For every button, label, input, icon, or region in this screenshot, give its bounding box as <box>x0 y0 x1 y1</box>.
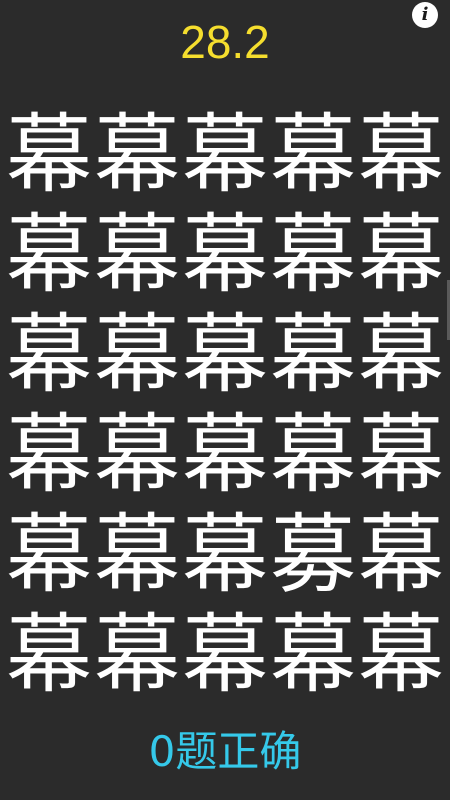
grid-cell[interactable]: 幕 <box>269 405 357 505</box>
grid-cell[interactable]: 幕 <box>357 605 445 705</box>
info-icon[interactable]: i <box>412 2 438 28</box>
grid-cell[interactable]: 幕 <box>269 605 357 705</box>
grid-cell[interactable]: 幕 <box>357 505 445 605</box>
grid-cell[interactable]: 幕 <box>269 205 357 305</box>
grid-cell[interactable]: 幕 <box>5 105 93 205</box>
character-grid: 幕 幕 幕 幕 幕 幕 幕 幕 幕 幕 幕 幕 幕 幕 幕 幕 幕 幕 幕 幕 … <box>5 105 445 705</box>
grid-cell[interactable]: 幕 <box>181 305 269 405</box>
grid-cell[interactable]: 幕 <box>93 505 181 605</box>
grid-cell[interactable]: 幕 <box>357 405 445 505</box>
grid-cell[interactable]: 幕 <box>181 505 269 605</box>
grid-cell[interactable]: 幕 <box>5 305 93 405</box>
grid-cell[interactable]: 幕 <box>5 605 93 705</box>
grid-cell[interactable]: 幕 <box>93 405 181 505</box>
grid-cell[interactable]: 幕 <box>181 405 269 505</box>
grid-cell[interactable]: 幕 <box>357 105 445 205</box>
countdown-timer: 28.2 <box>180 16 270 68</box>
grid-cell[interactable]: 幕 <box>93 605 181 705</box>
grid-cell[interactable]: 幕 <box>5 505 93 605</box>
grid-cell[interactable]: 幕 <box>269 305 357 405</box>
grid-cell[interactable]: 幕 <box>93 105 181 205</box>
grid-cell[interactable]: 幕 <box>93 205 181 305</box>
score-counter: 0题正确 <box>148 727 302 776</box>
grid-cell[interactable]: 幕 <box>181 105 269 205</box>
grid-cell[interactable]: 幕 <box>5 205 93 305</box>
grid-cell[interactable]: 幕 <box>269 105 357 205</box>
grid-cell[interactable]: 幕 <box>5 405 93 505</box>
grid-cell[interactable]: 幕 <box>181 605 269 705</box>
grid-cell[interactable]: 幕 <box>357 205 445 305</box>
grid-cell[interactable]: 幕 <box>93 305 181 405</box>
grid-cell[interactable]: 募 <box>269 505 357 605</box>
grid-cell[interactable]: 幕 <box>357 305 445 405</box>
grid-cell[interactable]: 幕 <box>181 205 269 305</box>
